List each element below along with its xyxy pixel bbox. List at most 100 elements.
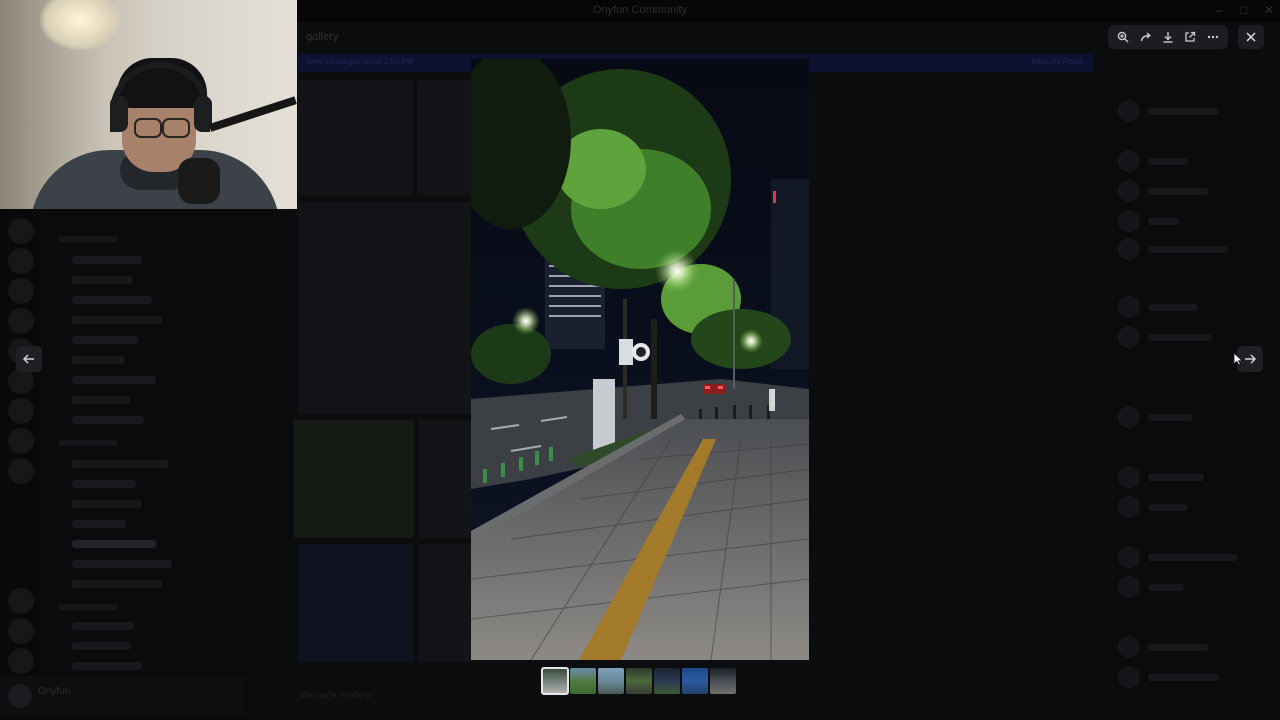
external-link-icon[interactable] xyxy=(1180,27,1200,47)
server-icon[interactable] xyxy=(8,428,34,454)
channel-item[interactable] xyxy=(72,480,136,488)
channel-item[interactable] xyxy=(72,642,130,650)
channel-item[interactable] xyxy=(72,276,132,284)
channel-category xyxy=(58,236,118,242)
viewer-image[interactable] xyxy=(471,59,809,660)
channel-item[interactable] xyxy=(72,580,162,588)
channel-item[interactable] xyxy=(72,296,152,304)
member-name[interactable] xyxy=(1148,218,1178,225)
download-icon[interactable] xyxy=(1158,27,1178,47)
member-name[interactable] xyxy=(1148,674,1218,681)
arrow-right-icon xyxy=(1245,354,1257,364)
user-panel: Onyfun xyxy=(0,676,246,716)
thumbnail-2[interactable] xyxy=(570,668,596,694)
thumbnail-3[interactable] xyxy=(598,668,624,694)
server-icon[interactable] xyxy=(8,648,34,674)
gallery-tile[interactable] xyxy=(298,80,413,195)
thumbnail-7[interactable] xyxy=(710,668,736,694)
channel-category xyxy=(58,604,118,610)
member-name[interactable] xyxy=(1148,504,1188,511)
server-icon[interactable] xyxy=(8,308,34,334)
member-avatar[interactable] xyxy=(1118,406,1140,428)
avatar[interactable] xyxy=(8,684,32,708)
maximize-button[interactable]: □ xyxy=(1240,3,1247,17)
member-list xyxy=(1110,70,1280,720)
member-name[interactable] xyxy=(1148,246,1228,253)
gallery-tile[interactable] xyxy=(298,202,472,414)
thumbnail-6[interactable] xyxy=(682,668,708,694)
member-name[interactable] xyxy=(1148,304,1198,311)
thumbnail-strip xyxy=(541,667,736,695)
minimize-button[interactable]: – xyxy=(1216,3,1223,17)
member-avatar[interactable] xyxy=(1118,576,1140,598)
server-icon[interactable] xyxy=(8,588,34,614)
server-icon[interactable] xyxy=(8,218,34,244)
close-icon xyxy=(1246,32,1256,42)
member-avatar[interactable] xyxy=(1118,100,1140,122)
previous-image-button[interactable] xyxy=(16,346,42,372)
member-avatar[interactable] xyxy=(1118,296,1140,318)
channel-item[interactable] xyxy=(72,500,142,508)
channel-item[interactable] xyxy=(72,622,134,630)
gallery-tile[interactable] xyxy=(418,544,472,662)
member-avatar[interactable] xyxy=(1118,326,1140,348)
webcam-overlay xyxy=(0,0,297,209)
channel-item[interactable] xyxy=(72,662,142,670)
channel-category xyxy=(58,440,118,446)
zoom-in-icon[interactable] xyxy=(1113,27,1133,47)
gallery-tile[interactable] xyxy=(298,544,414,662)
member-avatar[interactable] xyxy=(1118,666,1140,688)
channel-item[interactable] xyxy=(72,316,162,324)
channel-title: gallery xyxy=(306,31,339,43)
member-name[interactable] xyxy=(1148,474,1204,481)
thumbnail-5[interactable] xyxy=(654,668,680,694)
member-avatar[interactable] xyxy=(1118,210,1140,232)
thumbnail-4[interactable] xyxy=(626,668,652,694)
ellipsis-icon[interactable] xyxy=(1203,27,1223,47)
member-avatar[interactable] xyxy=(1118,546,1140,568)
server-icon[interactable] xyxy=(8,458,34,484)
user-name: Onyfun xyxy=(38,686,71,697)
channel-item[interactable] xyxy=(72,336,138,344)
headphone-earcup xyxy=(110,96,128,132)
forward-arrow-icon[interactable] xyxy=(1136,27,1156,47)
member-name[interactable] xyxy=(1148,644,1208,651)
member-name[interactable] xyxy=(1148,414,1192,421)
window-close-button[interactable]: ✕ xyxy=(1264,3,1274,17)
member-name[interactable] xyxy=(1148,108,1218,115)
message-input-placeholder: Message #gallery xyxy=(300,690,371,700)
microphone-icon xyxy=(178,158,220,204)
gallery-tile[interactable] xyxy=(417,80,472,195)
thumbnail-1[interactable] xyxy=(541,667,569,695)
channel-item[interactable] xyxy=(72,256,142,264)
mouse-cursor-icon xyxy=(1233,352,1243,366)
member-avatar[interactable] xyxy=(1118,496,1140,518)
member-avatar[interactable] xyxy=(1118,636,1140,658)
channel-item[interactable] xyxy=(72,356,124,364)
channel-item-selected[interactable] xyxy=(72,540,156,548)
member-name[interactable] xyxy=(1148,584,1184,591)
server-icon[interactable] xyxy=(8,618,34,644)
channel-item[interactable] xyxy=(72,396,130,404)
gallery-tile[interactable] xyxy=(418,420,472,538)
server-icon[interactable] xyxy=(8,398,34,424)
mark-as-read-button[interactable]: Mark As Read xyxy=(1032,57,1082,66)
member-name[interactable] xyxy=(1148,334,1212,341)
channel-item[interactable] xyxy=(72,376,156,384)
member-avatar[interactable] xyxy=(1118,180,1140,202)
channel-item[interactable] xyxy=(72,520,126,528)
channel-item[interactable] xyxy=(72,416,144,424)
gallery-tile[interactable] xyxy=(294,420,414,538)
server-icon[interactable] xyxy=(8,248,34,274)
channel-item[interactable] xyxy=(72,560,172,568)
viewer-toolbar xyxy=(1108,25,1228,49)
member-avatar[interactable] xyxy=(1118,466,1140,488)
member-avatar[interactable] xyxy=(1118,238,1140,260)
server-icon[interactable] xyxy=(8,278,34,304)
member-name[interactable] xyxy=(1148,188,1208,195)
channel-item[interactable] xyxy=(72,460,168,468)
member-name[interactable] xyxy=(1148,554,1238,561)
close-button[interactable] xyxy=(1238,25,1264,49)
member-avatar[interactable] xyxy=(1118,150,1140,172)
member-name[interactable] xyxy=(1148,158,1188,165)
